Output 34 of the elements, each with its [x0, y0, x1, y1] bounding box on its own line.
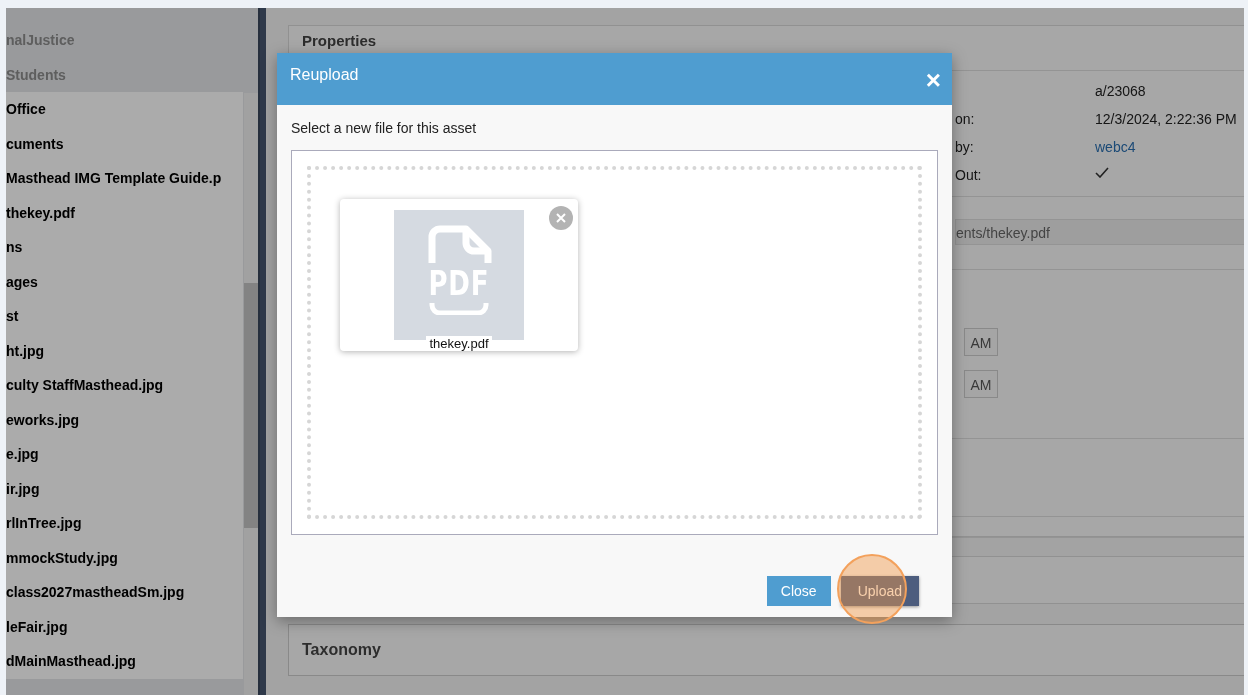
- file-name: thekey.pdf: [426, 336, 492, 351]
- sidebar-item[interactable]: ht.jpg: [6, 333, 243, 368]
- scrollbar[interactable]: [244, 93, 258, 695]
- property-label: by:: [955, 139, 975, 157]
- sidebar-item[interactable]: ages: [6, 264, 243, 299]
- x-icon: [556, 213, 566, 223]
- taxonomy-panel[interactable]: Taxonomy: [288, 624, 1244, 676]
- sidebar-item[interactable]: st: [6, 299, 243, 334]
- dialog-prompt: Select a new file for this asset: [291, 120, 478, 138]
- sidebar-item[interactable]: thekey.pdf: [6, 195, 243, 230]
- sidebar-item[interactable]: ir.jpg: [6, 471, 243, 506]
- sidebar-item[interactable]: leFair.jpg: [6, 609, 243, 644]
- sidebar-item[interactable]: ns: [6, 230, 243, 265]
- remove-file-button[interactable]: [549, 206, 573, 230]
- sidebar-item[interactable]: Masthead IMG Template Guide.p: [6, 161, 243, 196]
- scrollbar-thumb[interactable]: [244, 283, 258, 528]
- path-field[interactable]: ents/thekey.pdf: [955, 219, 1244, 245]
- sidebar-item[interactable]: class2027mastheadSm.jpg: [6, 575, 243, 610]
- property-label: on:: [955, 111, 976, 129]
- user-link[interactable]: webc4: [1095, 139, 1244, 158]
- sidebar-item[interactable]: mmockStudy.jpg: [6, 540, 243, 575]
- sidebar-item[interactable]: rlInTree.jpg: [6, 506, 243, 541]
- sidebar-item[interactable]: culty StaffMasthead.jpg: [6, 368, 243, 403]
- am-pm-toggle[interactable]: AM: [964, 370, 998, 398]
- sidebar-item[interactable]: e.jpg: [6, 437, 243, 472]
- sidebar-item[interactable]: cuments: [6, 126, 243, 161]
- property-value: 12/3/2024, 2:22:36 PM: [1095, 111, 1238, 129]
- am-pm-toggle[interactable]: AM: [964, 328, 998, 356]
- sidebar-item[interactable]: eworks.jpg: [6, 402, 243, 437]
- sidebar-item[interactable]: dMainMasthead.jpg: [6, 644, 243, 679]
- property-label: Out:: [955, 167, 983, 185]
- splitter[interactable]: [258, 8, 266, 695]
- property-value: a/23068: [1095, 83, 1147, 101]
- sidebar-item[interactable]: Office: [6, 92, 243, 127]
